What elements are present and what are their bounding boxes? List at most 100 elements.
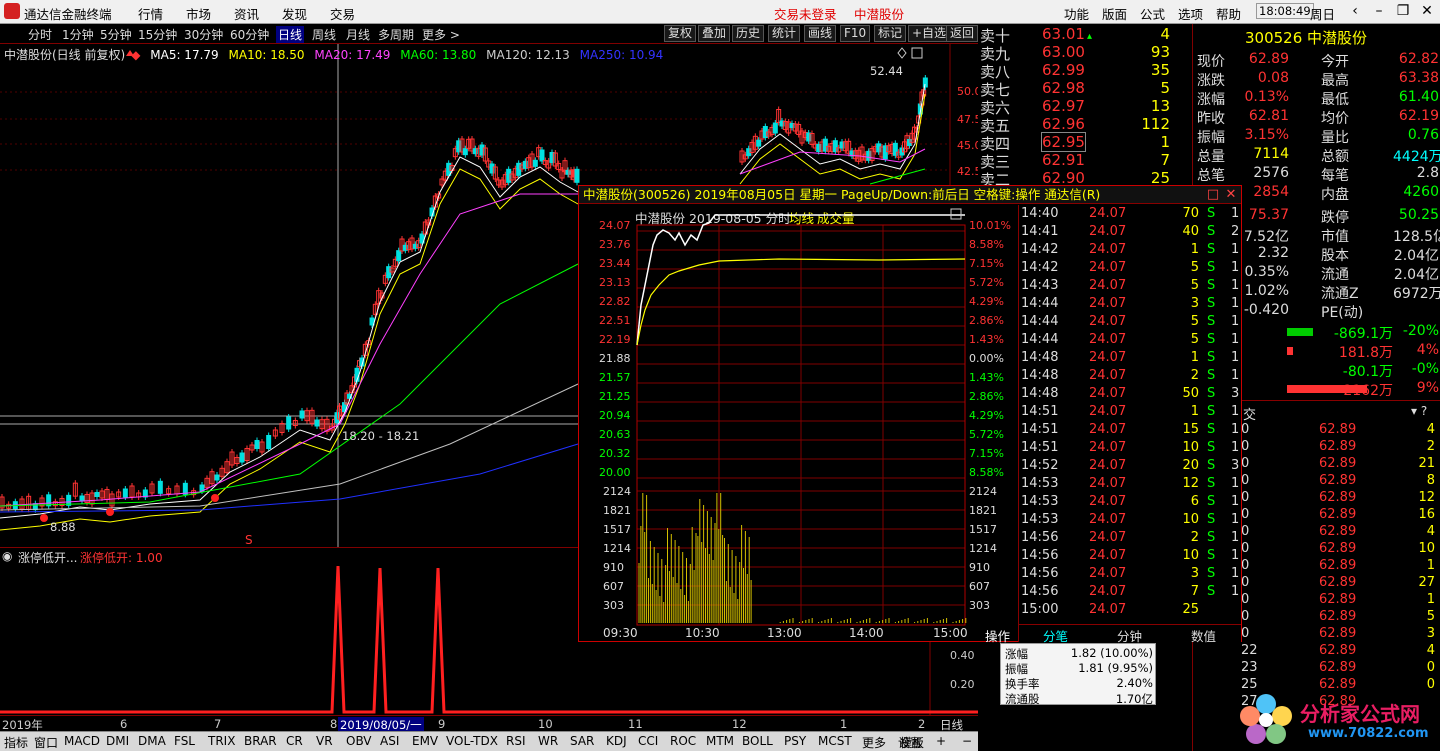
indicator-tab[interactable]: MTM [706, 734, 734, 748]
date-label: 10 [538, 717, 553, 731]
orderbook-row[interactable]: 卖五 62.96 112 [978, 115, 1192, 135]
tick-price: 62.89 [1319, 473, 1357, 488]
popup-restore-icon[interactable]: □ [1205, 187, 1221, 203]
restore-icon[interactable]: ❐ [1392, 1, 1414, 21]
chart-expand-icon [911, 47, 923, 59]
indicator-tab[interactable]: CR [286, 734, 303, 748]
period-tab[interactable]: 30分钟 [184, 26, 223, 43]
period-tab[interactable]: 1分钟 [62, 26, 94, 43]
indicator-tab[interactable]: KDJ [606, 734, 627, 748]
popup-close-icon[interactable]: ✕ [1223, 187, 1239, 203]
period-tab-more[interactable]: 更多 > [422, 26, 460, 43]
period-tab[interactable]: 60分钟 [230, 26, 269, 43]
orderbook-price: 62.99 [1042, 61, 1085, 79]
indicator-tab[interactable]: DMI [106, 734, 129, 748]
orderbook-row[interactable]: 卖八 62.99 35 [978, 61, 1192, 81]
tool-overlay-button[interactable]: 叠加 [698, 25, 731, 42]
indicator-tab[interactable]: EMV [412, 734, 438, 748]
tool-watchlist-button[interactable]: +自选 [908, 25, 951, 42]
indicator-tab[interactable]: DMA [138, 734, 166, 748]
orderbook-row[interactable]: 卖六 62.97 13 [978, 97, 1192, 117]
tool-mark-button[interactable]: 标记 [874, 25, 907, 42]
indicator-tab[interactable]: VR [316, 734, 333, 748]
indicator-tab[interactable]: SAR [570, 734, 594, 748]
indicator-tab[interactable]: ASI [380, 734, 399, 748]
trade-count: 1 [1231, 278, 1240, 293]
minimize-icon[interactable]: – [1368, 1, 1390, 21]
indicator-tab[interactable]: 更多 [862, 734, 886, 751]
period-tab[interactable]: 15分钟 [138, 26, 177, 43]
ticks-controls[interactable]: ▾ ? [1411, 404, 1427, 418]
menu-discover[interactable]: 发现 [282, 4, 307, 23]
indicator-tab[interactable]: CCI [638, 734, 658, 748]
popup-title[interactable]: 中潜股份(300526) 2019年08月05日 星期一 PageUp/Down… [579, 186, 1241, 204]
indicator-tab[interactable]: 窗口 [34, 734, 58, 751]
indicator-tab[interactable]: FSL [174, 734, 195, 748]
intraday-popup[interactable]: 中潜股份(300526) 2019年08月05日 星期一 PageUp/Down… [578, 185, 1242, 645]
popup-tab-values[interactable]: 数值 [1191, 626, 1216, 645]
menu-trade[interactable]: 交易 [330, 4, 355, 23]
menu-function[interactable]: 功能 [1064, 4, 1089, 23]
trade-price: 24.07 [1089, 494, 1127, 509]
bottom-right-control[interactable]: + [936, 734, 946, 748]
orderbook-row[interactable]: 卖十 63.01 ▴ 4 [978, 25, 1192, 45]
orderbook-row[interactable]: 卖四 62.95 1 [978, 132, 1192, 153]
tool-back-button[interactable]: 返回 [946, 25, 979, 42]
tick-row: 0 62.89 8 [1241, 473, 1439, 490]
bottom-right-control[interactable]: 模板 [900, 734, 924, 751]
menu-news[interactable]: 资讯 [234, 4, 259, 23]
menu-collapse-icon[interactable]: ‹ [1344, 1, 1366, 21]
indicator-tab[interactable]: 指标 [4, 734, 28, 751]
tool-fq-button[interactable]: 复权 [664, 25, 697, 42]
indicator-tab[interactable]: BRAR [244, 734, 277, 748]
menu-layout[interactable]: 版面 [1102, 4, 1127, 23]
close-icon[interactable]: ✕ [1416, 1, 1438, 21]
period-tab[interactable]: 月线 [346, 26, 370, 43]
quote-cell: 0.13% [1244, 89, 1289, 105]
bottom-right-control[interactable]: − [962, 734, 972, 748]
trade-side: S [1207, 368, 1216, 383]
tool-stats-button[interactable]: 统计 [768, 25, 801, 42]
ma60-value: MA60: 13.80 [400, 48, 477, 62]
indicator-tab[interactable]: TRIX [208, 734, 235, 748]
volume-label-left: 1517 [603, 523, 631, 536]
ma60-line [869, 168, 926, 185]
tool-draw-button[interactable]: 画线 [804, 25, 837, 42]
indicator-tab[interactable]: BOLL [742, 734, 773, 748]
orderbook-row[interactable]: 卖七 62.98 5 [978, 79, 1192, 99]
indicator-tab[interactable]: MCST [818, 734, 852, 748]
trade-time: 14:56 [1021, 530, 1059, 545]
quote-cell: 0.76 [1407, 127, 1439, 143]
tool-f10-button[interactable]: F10 [840, 25, 871, 42]
indicator-tab[interactable]: OBV [346, 734, 372, 748]
indicator-tab[interactable]: MACD [64, 734, 100, 748]
trade-count: 3 [1231, 458, 1240, 473]
ma-legend: 中潜股份(日线 前复权) ◆ MA5: 17.79 MA10: 18.50 MA2… [4, 46, 669, 63]
menu-formula[interactable]: 公式 [1140, 4, 1165, 23]
indicator-tab[interactable]: ROC [670, 734, 696, 748]
menu-help[interactable]: 帮助 [1216, 4, 1241, 23]
info-value: 2.40% [1116, 676, 1153, 690]
period-tab-active[interactable]: 日线 [276, 26, 305, 43]
orderbook-row[interactable]: 卖三 62.91 7 [978, 151, 1192, 171]
trade-count: 1 [1231, 530, 1240, 545]
orderbook-row[interactable]: 卖九 63.00 93 [978, 43, 1192, 63]
indicator-tab[interactable]: VOL-TDX [446, 734, 498, 748]
period-tab[interactable]: 分时 [28, 26, 52, 43]
menu-market[interactable]: 市场 [186, 4, 211, 23]
intraday-time-label: 14:00 [849, 626, 884, 640]
menu-quotes[interactable]: 行情 [138, 4, 163, 23]
trade-count: 1 [1231, 206, 1240, 221]
indicator-tab[interactable]: RSI [506, 734, 526, 748]
indicator-tab[interactable]: WR [538, 734, 558, 748]
menu-options[interactable]: 选项 [1178, 4, 1203, 23]
trade-count: 1 [1231, 242, 1240, 257]
login-status[interactable]: 交易未登录 [774, 4, 837, 23]
period-tab[interactable]: 周线 [312, 26, 336, 43]
date-label: 2 [918, 717, 926, 731]
period-tab[interactable]: 多周期 [378, 26, 414, 43]
tool-history-button[interactable]: 历史 [732, 25, 765, 42]
trade-count: 1 [1231, 314, 1240, 329]
period-tab[interactable]: 5分钟 [100, 26, 132, 43]
indicator-tab[interactable]: PSY [784, 734, 806, 748]
